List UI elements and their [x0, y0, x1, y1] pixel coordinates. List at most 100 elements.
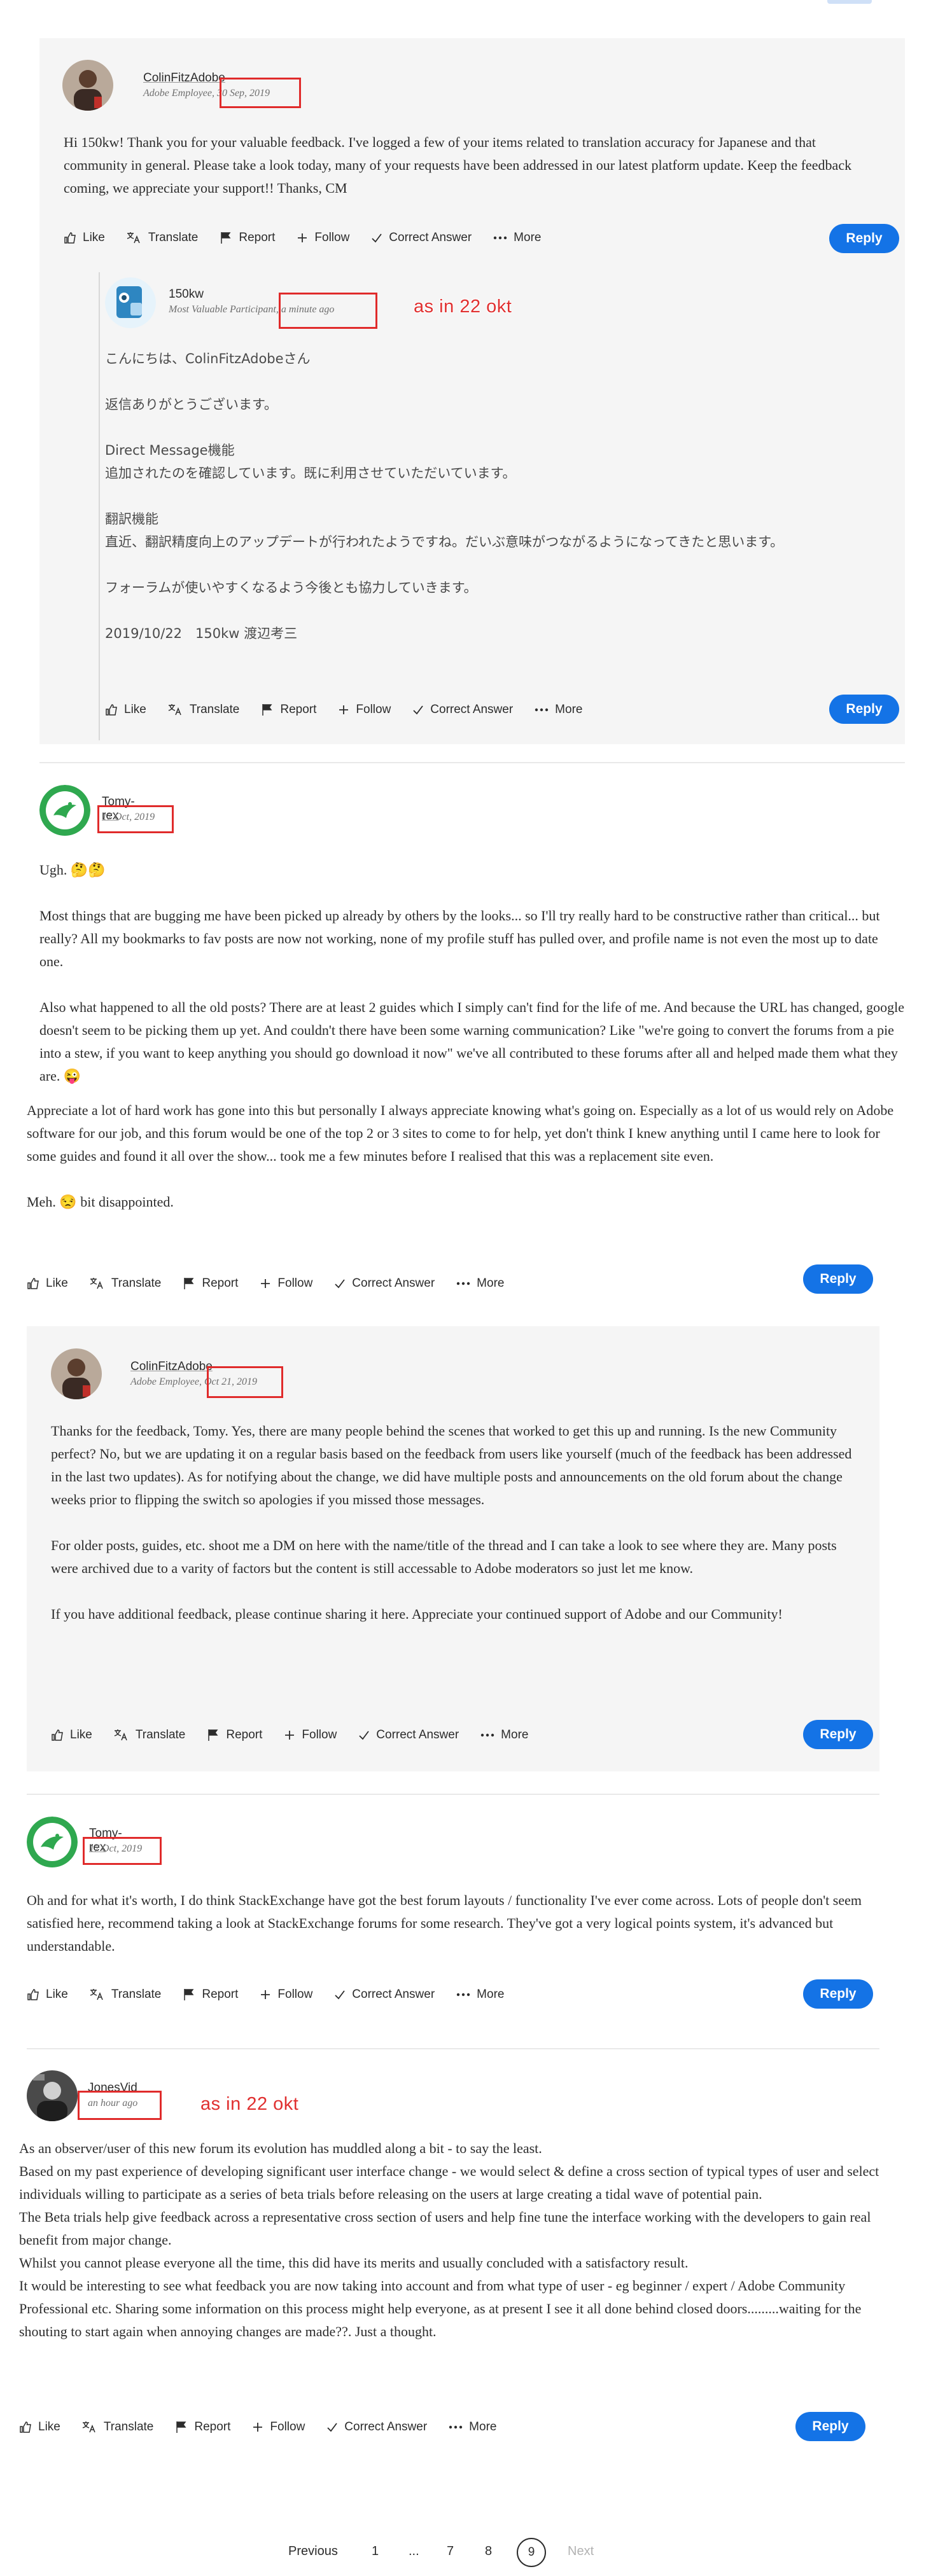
more-icon [480, 1733, 494, 1737]
avatar [51, 1348, 102, 1399]
like-button[interactable]: Like [19, 2420, 60, 2434]
more-button[interactable]: More [456, 1277, 504, 1291]
correct-answer-button[interactable]: Correct Answer [371, 231, 472, 245]
checkmark-icon [327, 2423, 338, 2432]
paragraph: For older posts, guides, etc. shoot me a… [51, 1537, 837, 1576]
translate-icon [114, 1729, 127, 1741]
more-button[interactable]: More [535, 703, 582, 717]
more-button[interactable]: More [493, 231, 541, 245]
correct-answer-button[interactable]: Correct Answer [412, 703, 513, 717]
correct-answer-button[interactable]: Correct Answer [334, 1988, 435, 2002]
more-button[interactable]: More [456, 1988, 504, 2002]
flag-icon [176, 2421, 186, 2433]
action-bar: Like Translate Report Follow Correct Ans… [27, 1271, 526, 1296]
post-body: こんにちは、ColinFitzAdobeさん 返信ありがとうございます。 Dir… [105, 347, 875, 645]
follow-button[interactable]: Follow [338, 703, 391, 717]
reply-button[interactable]: Reply [803, 1264, 873, 1294]
paragraph [51, 1580, 859, 1603]
action-bar: Like Translate Report Follow Correct Ans… [19, 2414, 518, 2440]
plus-icon [298, 233, 307, 242]
post-body: Hi 150kw! Thank you for your valuable fe… [64, 131, 865, 200]
correct-answer-button[interactable]: Correct Answer [326, 2420, 427, 2434]
like-button[interactable]: Like [27, 1988, 68, 2002]
correct-answer-button[interactable]: Correct Answer [334, 1277, 435, 1291]
more-icon [456, 1282, 470, 1285]
reply-button[interactable]: Reply [829, 695, 899, 724]
paragraph: Also what happened to all the old posts?… [39, 999, 905, 1084]
author-name[interactable]: ColinFitzAdobe [130, 1360, 213, 1374]
action-bar: Like Translate Report Follow Correct Ans… [64, 225, 563, 251]
more-icon [493, 236, 507, 240]
plus-icon [261, 1279, 270, 1288]
follow-button[interactable]: Follow [284, 1728, 337, 1742]
like-button[interactable]: Like [51, 1728, 92, 1742]
report-button[interactable]: Report [183, 1277, 238, 1291]
paragraph: 翻訳機能 [105, 511, 158, 527]
translate-button[interactable]: Translate [114, 1728, 185, 1742]
translate-icon [90, 1989, 103, 2000]
thumbs-up-icon [106, 704, 117, 716]
divider [27, 1794, 879, 1795]
paragraph: The Beta trials help give feedback acros… [19, 2209, 871, 2248]
divider [27, 2048, 879, 2049]
reply-button[interactable]: Reply [803, 1979, 873, 2009]
translate-button[interactable]: Translate [82, 2420, 153, 2434]
plus-icon [339, 705, 349, 714]
author-role: Most Valuable Participant [169, 304, 276, 315]
translate-button[interactable]: Translate [168, 703, 239, 717]
pagination-page[interactable]: 7 [447, 2544, 454, 2559]
pagination-current-page: 9 [517, 2538, 546, 2567]
translate-icon [127, 232, 140, 244]
post-body: Thanks for the feedback, Tomy. Yes, ther… [51, 1420, 859, 1626]
date-highlight [78, 2091, 162, 2120]
report-button[interactable]: Report [183, 1988, 238, 2002]
avatar [105, 277, 156, 328]
correct-answer-button[interactable]: Correct Answer [358, 1728, 459, 1742]
reply-button[interactable]: Reply [829, 224, 899, 253]
checkmark-icon [372, 233, 382, 243]
reply-button[interactable]: Reply [803, 1720, 873, 1749]
pagination-page[interactable]: 8 [485, 2544, 492, 2559]
paragraph: Based on my past experience of developin… [19, 2163, 879, 2202]
thumbs-up-icon [27, 1989, 39, 2000]
report-button[interactable]: Report [261, 703, 316, 717]
follow-button[interactable]: Follow [252, 2420, 305, 2434]
more-button[interactable]: More [449, 2420, 496, 2434]
follow-button[interactable]: Follow [297, 231, 349, 245]
checkmark-icon [413, 705, 424, 715]
translate-button[interactable]: Translate [127, 231, 198, 245]
author-name[interactable]: ColinFitzAdobe [143, 71, 225, 85]
report-button[interactable]: Report [220, 231, 275, 245]
translate-icon [82, 2421, 95, 2433]
follow-button[interactable]: Follow [260, 1988, 312, 2002]
thumbs-up-icon [27, 1278, 39, 1289]
more-icon [456, 1993, 470, 1997]
like-button[interactable]: Like [27, 1277, 68, 1291]
reply-button[interactable]: Reply [795, 2412, 865, 2441]
paragraph [105, 553, 875, 576]
paragraph: 2019/10/22 150kw 渡辺考三 [105, 626, 298, 641]
like-button[interactable]: Like [64, 231, 105, 245]
pagination-page[interactable]: 1 [372, 2544, 379, 2559]
more-button[interactable]: More [480, 1728, 528, 1742]
pagination-next: Next [568, 2544, 594, 2558]
more-icon [535, 708, 549, 712]
translate-button[interactable]: Translate [90, 1277, 161, 1291]
flag-icon [262, 704, 272, 716]
date-highlight [83, 1837, 162, 1865]
follow-button[interactable]: Follow [260, 1277, 312, 1291]
like-button[interactable]: Like [105, 703, 146, 717]
pagination: Previous 1 ... 7 8 9 Next [0, 2538, 945, 2570]
date-highlight [207, 1366, 283, 1398]
date-highlight [279, 293, 377, 329]
pagination-previous[interactable]: Previous [288, 2544, 338, 2559]
author-name[interactable]: 150kw [169, 287, 204, 301]
post-body: As an observer/user of this new forum it… [19, 2137, 885, 2343]
report-button[interactable]: Report [175, 2420, 230, 2434]
translate-button[interactable]: Translate [90, 1988, 161, 2002]
plus-icon [285, 1731, 295, 1740]
translate-icon [168, 704, 181, 716]
report-button[interactable]: Report [207, 1728, 262, 1742]
action-bar: Like Translate Report Follow Correct Ans… [27, 1982, 526, 2007]
checkmark-icon [335, 1279, 346, 1289]
